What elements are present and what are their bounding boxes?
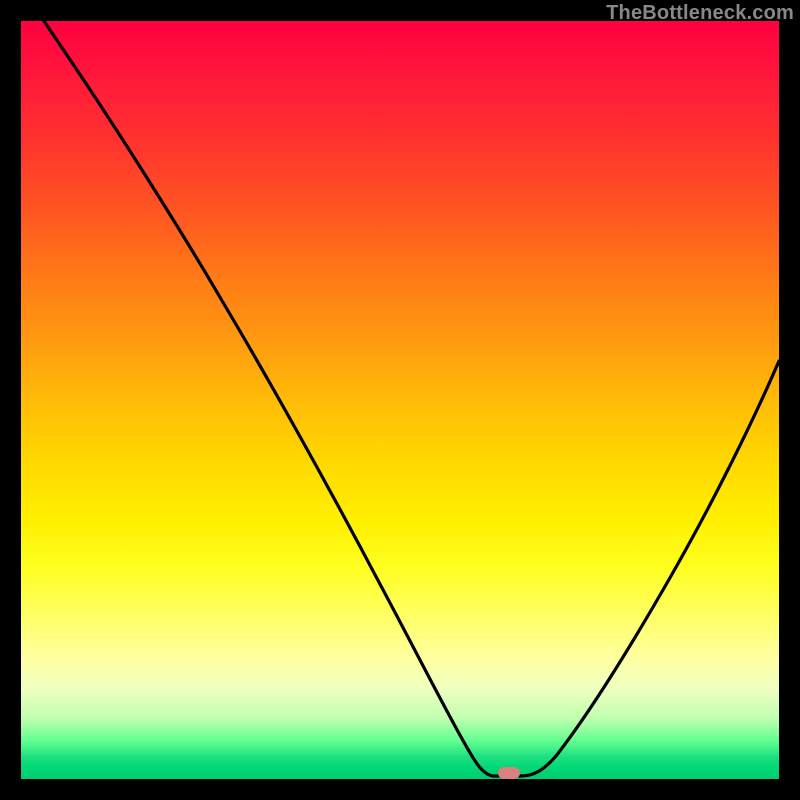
curve-layer (21, 21, 779, 779)
bottleneck-chart: TheBottleneck.com (0, 0, 800, 800)
watermark-text: TheBottleneck.com (606, 2, 794, 25)
bottleneck-curve-path (44, 21, 779, 776)
optimal-point-marker (498, 767, 520, 779)
